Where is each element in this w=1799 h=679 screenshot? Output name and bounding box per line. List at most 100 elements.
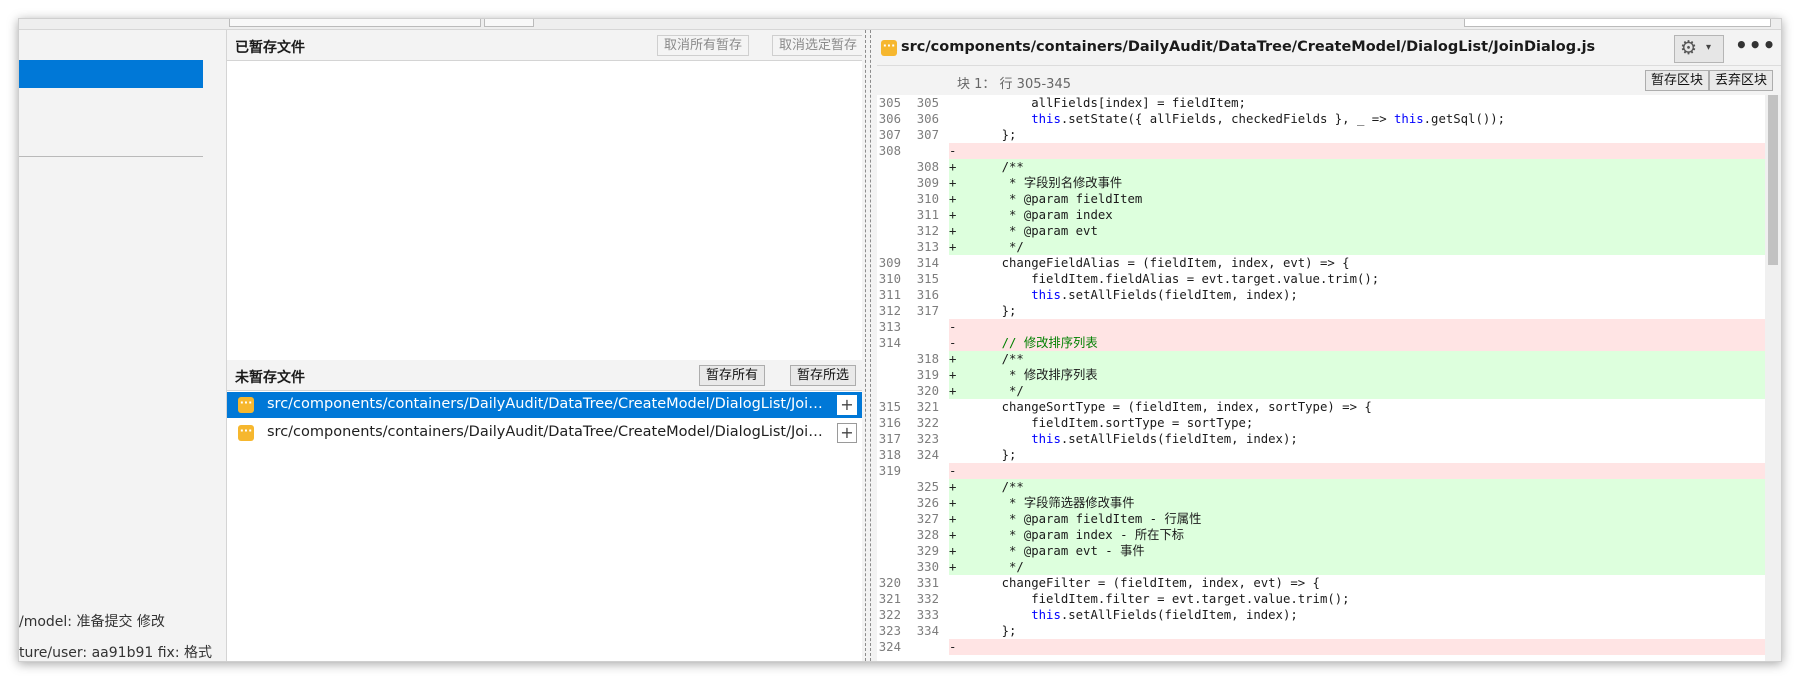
diff-line[interactable]: this.setState({ allFields, checkedFields… [877,111,1765,127]
unstage-selected-button[interactable]: 取消选定暂存 [772,35,865,56]
diff-line[interactable]: this.setAllFields(fieldItem, index); 322 3… [877,607,1765,623]
diff-sign: - [949,640,957,654]
diff-line[interactable]: fieldItem.sortType = sortType; 316 322 [877,415,1765,431]
diff-line-added[interactable]: */ 320 + [877,383,1765,399]
diff-line-added[interactable]: */ 330 + [877,559,1765,575]
old-line-number: 315 [878,400,901,414]
diff-code-view[interactable]: allFields[index] = fieldItem; 305 305 this… [877,95,1765,661]
old-line-number: 318 [878,448,901,462]
diff-line[interactable]: this.setAllFields(fieldItem, index); 317 3… [877,431,1765,447]
diff-line[interactable]: }; 318 324 [877,447,1765,463]
diff-line-removed[interactable]: // 修改排序列表 314 - [877,335,1765,351]
diff-line-added[interactable]: * @param evt - 事件 329 + [877,543,1765,559]
diff-line[interactable]: fieldItem.fieldAlias = evt.target.value.… [877,271,1765,287]
new-line-number: 329 [916,544,939,558]
new-line-number: 305 [916,96,939,110]
stage-file-plus-icon[interactable]: + [837,423,857,443]
branch-selector[interactable] [229,19,481,27]
sidebar-commit-item[interactable]: /model: 准备提交 修改 [19,611,165,631]
discard-hunk-button[interactable]: 丢弃区块 [1709,70,1774,91]
old-line-number: 307 [878,128,901,142]
diff-line-added[interactable]: * @param evt 312 + [877,223,1765,239]
hunk-header: 块 1： 行 305-345 暂存区块 丢弃区块 [877,65,1781,96]
modified-file-icon: ··· [238,397,254,413]
diff-line[interactable]: this.setAllFields(fieldItem, index); 311 3… [877,287,1765,303]
more-options-button[interactable]: ••• [1735,35,1775,61]
diff-line-removed[interactable]: 308 - [877,143,1765,159]
toolbar-button[interactable] [484,19,534,27]
app-window: /model: 准备提交 修改 ture/user: aa91b91 fix: … [18,18,1782,662]
diff-line-added[interactable]: * 字段别名修改事件 309 + [877,175,1765,191]
diff-line[interactable]: fieldItem.filter = evt.target.value.trim… [877,591,1765,607]
old-line-number: 309 [878,256,901,270]
stage-selected-button[interactable]: 暂存所选 [790,365,857,386]
diff-line-code: allFields[index] = fieldItem; [972,96,1246,110]
new-line-number: 323 [916,432,939,446]
diff-line-added[interactable]: /** 318 + [877,351,1765,367]
diff-scrollbar[interactable] [1765,95,1781,661]
diff-sign: + [949,528,957,542]
scrollbar-thumb[interactable] [1768,95,1778,265]
diff-line[interactable]: changeFieldAlias = (fieldItem, index, ev… [877,255,1765,271]
old-line-number: 316 [878,416,901,430]
stage-file-plus-icon[interactable]: + [837,395,857,415]
new-line-number: 334 [916,624,939,638]
diff-line-added[interactable]: /** 308 + [877,159,1765,175]
new-line-number: 315 [916,272,939,286]
diff-line-added[interactable]: * @param index 311 + [877,207,1765,223]
diff-sign: + [949,496,957,510]
new-line-number: 312 [916,224,939,238]
diff-sign: - [949,464,957,478]
new-line-number: 326 [916,496,939,510]
diff-line[interactable]: changeFilter = (fieldItem, index, evt) =… [877,575,1765,591]
diff-line[interactable]: }; 312 317 [877,303,1765,319]
sidebar: /model: 准备提交 修改 ture/user: aa91b91 fix: … [19,30,227,661]
diff-line-removed[interactable]: 324 - [877,639,1765,655]
diff-sign: - [949,144,957,158]
modified-file-icon: ··· [881,40,897,56]
diff-line[interactable]: }; 307 307 [877,127,1765,143]
stage-all-button[interactable]: 暂存所有 [699,365,766,386]
diff-line-added[interactable]: * @param fieldItem 310 + [877,191,1765,207]
new-line-number: 317 [916,304,939,318]
unstaged-file-row[interactable]: ··· src/components/containers/DailyAudit… [227,420,862,446]
diff-line[interactable]: changeSortType = (fieldItem, index, sort… [877,399,1765,415]
new-line-number: 321 [916,400,939,414]
unstaged-file-row[interactable]: ··· src/components/containers/DailyAudit… [227,392,862,418]
diff-line[interactable]: }; 323 334 [877,623,1765,639]
diff-line[interactable]: allFields[index] = fieldItem; 305 305 [877,95,1765,111]
modified-file-icon: ··· [238,425,254,441]
unstage-all-button[interactable]: 取消所有暂存 [657,35,750,56]
diff-header: ··· src/components/containers/DailyAudit… [877,30,1781,64]
diff-line-code: * 字段筛选器修改事件 [949,495,1765,511]
old-line-number: 305 [878,96,901,110]
diff-sign: + [949,384,957,398]
new-line-number: 320 [916,384,939,398]
new-line-number: 313 [916,240,939,254]
diff-line-code [949,639,1765,655]
diff-line-added[interactable]: * @param fieldItem - 行属性 327 + [877,511,1765,527]
diff-line-added[interactable]: * 修改排序列表 319 + [877,367,1765,383]
old-line-number: 322 [878,608,901,622]
diff-line-code: /** [949,159,1765,175]
diff-file-path: src/components/containers/DailyAudit/Dat… [901,39,1596,55]
diff-line-added[interactable]: * @param index - 所在下标 328 + [877,527,1765,543]
sidebar-item-selected[interactable] [19,60,203,88]
diff-line-removed[interactable]: 313 - [877,319,1765,335]
diff-line-code: fieldItem.filter = evt.target.value.trim… [972,592,1350,606]
diff-line-code: * @param evt - 事件 [949,543,1765,559]
new-line-number: 318 [916,352,939,366]
settings-dropdown-button[interactable]: ⚙ ▾ [1674,35,1724,63]
panel-splitter[interactable] [862,30,877,661]
sidebar-commit-item[interactable]: ture/user: aa91b91 fix: 格式 [19,642,212,661]
new-line-number: 325 [916,480,939,494]
diff-line-added[interactable]: * 字段筛选器修改事件 326 + [877,495,1765,511]
diff-line-added[interactable]: /** 325 + [877,479,1765,495]
new-line-number: 314 [916,256,939,270]
stage-hunk-button[interactable]: 暂存区块 [1645,70,1710,91]
diff-line-added[interactable]: */ 313 + [877,239,1765,255]
search-input[interactable] [1464,19,1771,27]
new-line-number: 309 [916,176,939,190]
diff-line-removed[interactable]: 319 - [877,463,1765,479]
diff-sign: + [949,208,957,222]
